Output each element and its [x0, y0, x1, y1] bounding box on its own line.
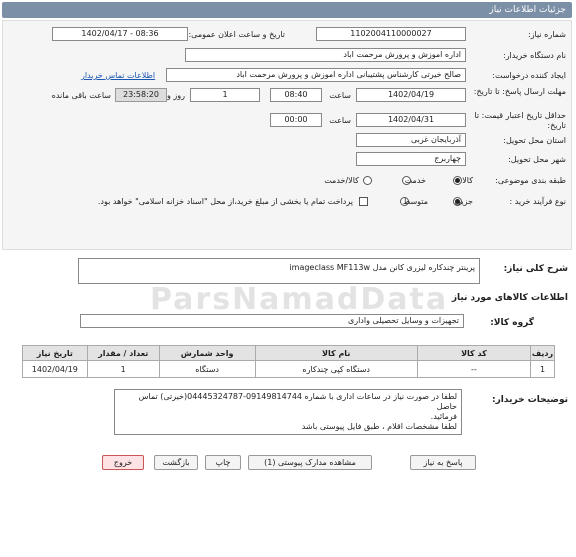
page-header: جزئیات اطلاعات نیاز	[2, 2, 572, 18]
header-qty: تعداد / مقدار	[86, 345, 160, 361]
need-number-label: شماره نیاز:	[528, 30, 566, 39]
validity-time-label: ساعت	[329, 116, 351, 125]
cell-item-name: دستگاه کپی چندکاره	[254, 360, 418, 378]
buyer-contact-link[interactable]: اطلاعات تماس خریدار	[81, 71, 155, 80]
announce-field: 1402/04/17 - 08:36	[52, 27, 188, 41]
buyer-org-label: نام دستگاه خریدار:	[503, 51, 566, 60]
cell-need-date: 1402/04/19	[22, 360, 88, 378]
exit-button[interactable]: خروج	[102, 455, 144, 470]
view-attachments-button[interactable]: مشاهده مدارک پیوستی (1)	[248, 455, 372, 470]
treasury-text: پرداخت تمام یا بخشی از مبلغ خرید،از محل …	[97, 197, 353, 206]
buyer-notes-line1: لطفا در صورت نیاز در ساعات اداری با شمار…	[138, 392, 457, 411]
validity-label: حداقل تاریخ اعتبار قیمت: تا تاریخ:	[474, 111, 566, 130]
reply-button[interactable]: پاسخ به نیاز	[410, 455, 476, 470]
treasury-checkbox[interactable]	[359, 197, 368, 206]
cell-row: 1	[529, 360, 556, 378]
province-field: آذربایجان غربی	[356, 133, 466, 147]
buyer-notes-field: لطفا در صورت نیاز در ساعات اداری با شمار…	[114, 389, 462, 435]
city-label: شهر محل تحویل:	[508, 155, 566, 164]
goods-group-field: تجهیزات و وسایل تحصیلی واداری	[80, 314, 464, 328]
buyer-org-field: اداره اموزش و پرورش مرحمت اباد	[185, 48, 466, 62]
category-both-text: کالا/خدمت	[324, 176, 359, 185]
header-row: ردیف	[529, 345, 556, 361]
header-item-name: نام کالا	[254, 345, 418, 361]
buyer-notes-line3: لطفا مشخصات اقلام ، طبق فایل پیوستی باشد	[301, 422, 457, 431]
print-button[interactable]: چاپ	[205, 455, 241, 470]
goods-info-title: اطلاعات کالاهای مورد نیاز	[451, 293, 568, 303]
category-both-radio[interactable]	[363, 176, 372, 185]
cell-unit: دستگاه	[158, 360, 256, 378]
process-partial-text: جزیی	[454, 197, 473, 206]
goods-group-label: گروه کالا:	[490, 318, 534, 328]
cell-qty: 1	[86, 360, 160, 378]
validity-time-field: 00:00	[270, 113, 322, 127]
items-table: تاریخ نیاز تعداد / مقدار واحد شمارش نام …	[22, 345, 556, 378]
page-title: جزئیات اطلاعات نیاز	[489, 5, 566, 15]
deadline-time-field: 08:40	[270, 88, 322, 102]
category-label: طبقه بندی موضوعی:	[495, 176, 566, 185]
buyer-notes-label: توضیحات خریدار:	[492, 395, 568, 405]
process-label: نوع فرآیند خرید :	[509, 197, 566, 206]
province-label: استان محل تحویل:	[503, 136, 566, 145]
creator-field: صالح خیرتی کارشناس پشتیبانی اداره اموزش …	[166, 68, 466, 82]
back-button[interactable]: بازگشت	[154, 455, 198, 470]
deadline-time-label: ساعت	[329, 91, 351, 100]
category-goods-text: کالا	[462, 176, 473, 185]
days-label: روز و	[167, 91, 185, 100]
header-item-code: کد کالا	[416, 345, 531, 361]
announce-label: تاریخ و ساعت اعلان عمومی:	[188, 30, 285, 39]
city-field: چهاربرج	[356, 152, 466, 166]
cell-item-code: --	[416, 360, 531, 378]
need-number-field: 1102004110000027	[316, 27, 466, 41]
creator-label: ایجاد کننده درخواست:	[492, 71, 566, 80]
watermark-text: ParsNamadData	[150, 282, 449, 317]
header-need-date: تاریخ نیاز	[22, 345, 88, 361]
need-desc-field: پرینتر چندکاره لیزری کانن مدل imageclass…	[78, 258, 480, 284]
need-desc-label: شرح کلی نیاز:	[503, 264, 568, 274]
remaining-label: ساعت باقی مانده	[51, 91, 111, 100]
remaining-time-field: 23:58:20	[115, 88, 167, 102]
days-field: 1	[190, 88, 260, 102]
table-row: 1402/04/19 1 دستگاه دستگاه کپی چندکاره -…	[22, 360, 556, 378]
deadline-label: مهلت ارسال پاسخ: تا تاریخ:	[473, 87, 566, 96]
deadline-date-field: 1402/04/19	[356, 88, 466, 102]
category-service-text: خدمت	[404, 176, 426, 185]
buyer-notes-line2: فرمائید.	[430, 412, 457, 421]
header-unit: واحد شمارش	[158, 345, 256, 361]
category-goods-radio[interactable]	[453, 176, 462, 185]
items-table-header: تاریخ نیاز تعداد / مقدار واحد شمارش نام …	[22, 345, 556, 361]
validity-date-field: 1402/04/31	[356, 113, 466, 127]
process-medium-text: متوسط	[402, 197, 428, 206]
